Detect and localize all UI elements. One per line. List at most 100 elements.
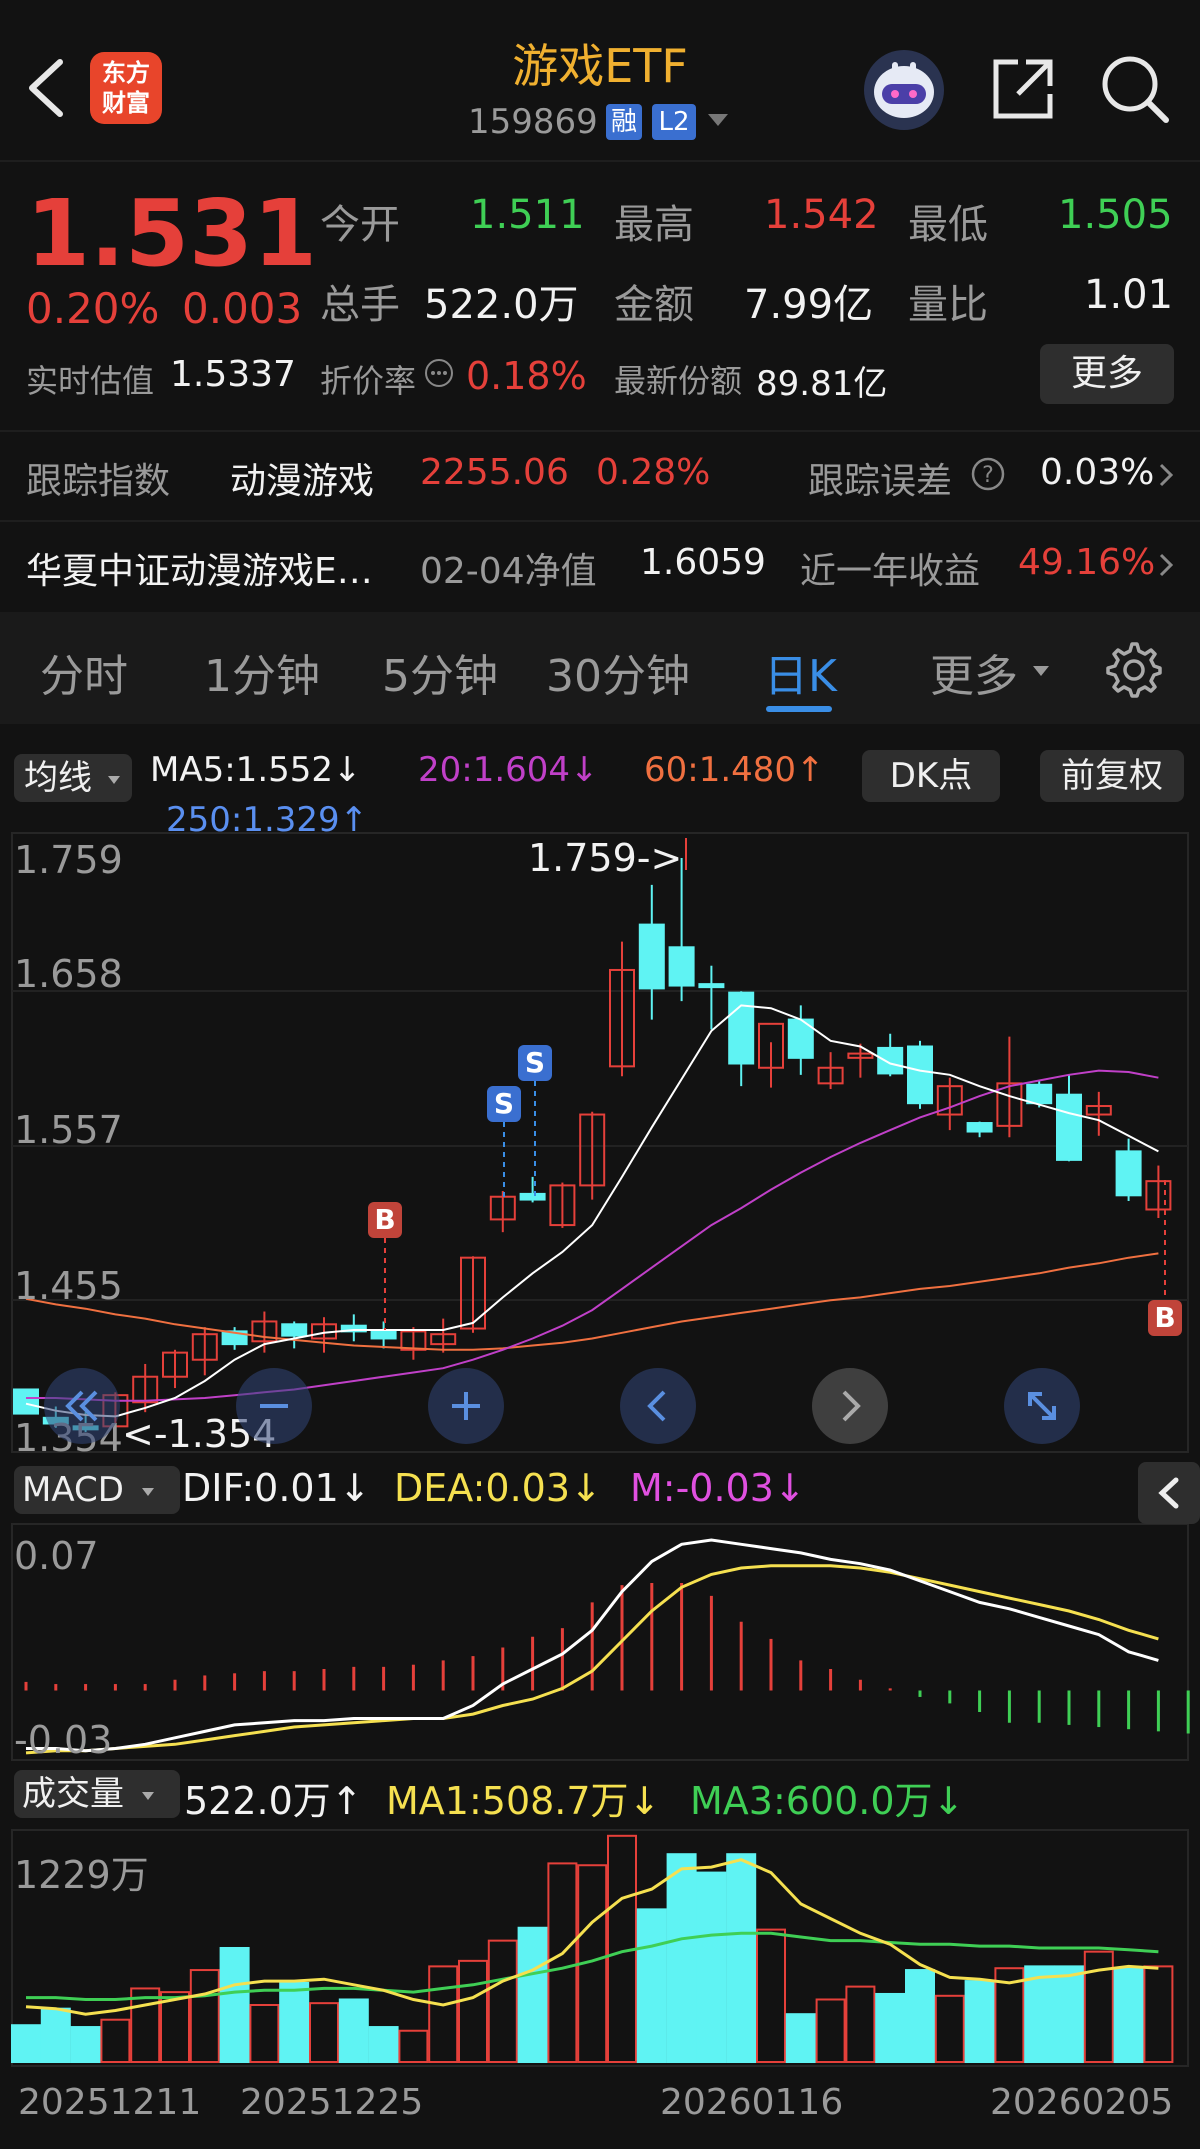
volume-bar [398,2029,429,2063]
sell-signal-marker[interactable]: S [518,1045,552,1081]
volume-bar [636,1908,667,2063]
volume-bar [726,1853,757,2064]
dk-point-button[interactable]: DK点 [862,750,1000,802]
collapse-panel-button[interactable] [1138,1462,1200,1524]
macd-dif: DIF:0.01↓ [182,1466,371,1510]
ma-bar: 均线 MA5:1.552↓ 20:1.604↓ 60:1.480↑ 250:1.… [0,730,1200,840]
chevron-right-icon [1158,462,1174,492]
x-date-4: 20260205 [990,2082,1174,2123]
tab-more[interactable]: 更多 [930,640,1018,704]
change-amount: 0.003 [182,284,303,333]
ma5-value: MA5:1.552↓ [150,750,362,790]
chart-nav [0,1368,1200,1444]
volume-bar [40,2007,71,2064]
volume-bar [1113,1967,1144,2063]
y-label-3: 1.557 [14,1108,123,1152]
open-label: 今开 [320,202,400,248]
tracking-error-label: 跟踪误差 [808,461,953,502]
candle-body [519,1192,546,1201]
change-percent: 0.20% [26,284,160,333]
volume-select[interactable]: 成交量 [14,1770,180,1818]
zoom-in-icon[interactable] [428,1368,504,1444]
settings-gear-icon[interactable] [1104,640,1164,704]
tab-daily-k[interactable]: 日K [764,640,837,704]
volume-bar [547,1862,578,2064]
caret-down-icon [1032,662,1050,681]
scroll-right-icon[interactable] [812,1368,888,1444]
tracking-row[interactable]: 跟踪指数 动漫游戏 2255.06 0.28% 跟踪误差 ? 0.03% [0,432,1200,518]
fund-name: 华夏中证动漫游戏E… [26,551,373,592]
volume-bar [11,2024,41,2064]
zoom-out-icon[interactable] [236,1368,312,1444]
candle-body [698,983,725,989]
buy-signal-marker[interactable]: B [368,1202,402,1238]
macd-select[interactable]: MACD [14,1466,180,1514]
volume-bar [100,2018,131,2063]
volume-bar [845,1985,876,2063]
volume-label: 总手 [320,282,400,328]
volume-bar [517,1926,548,2063]
candle-body [281,1323,308,1337]
volume-bar [1143,1965,1174,2064]
x-date-2: 20251225 [240,2082,424,2123]
help-icon[interactable]: ? [970,456,1006,496]
tracking-index-value: 2255.06 [420,452,569,493]
iopv-label: 实时估值 [26,362,155,400]
nav-value: 1.6059 [640,542,766,583]
svg-text:?: ? [982,463,994,488]
amount-value: 7.99亿 [744,282,874,328]
tab-30min[interactable]: 30分钟 [546,640,690,704]
scroll-left-icon[interactable] [620,1368,696,1444]
period-tabs: 分时 1分钟 5分钟 30分钟 日K 更多 [0,612,1200,724]
fund-row[interactable]: 华夏中证动漫游戏E… 02-04净值 1.6059 近一年收益 49.16% [0,522,1200,608]
stock-code-row[interactable]: 159869 融 L2 [460,100,760,146]
margin-badge: 融 [606,104,642,140]
logo-line1: 东方 [102,59,150,87]
high-value: 1.542 [764,192,879,238]
tracking-error-value: 0.03% [1040,452,1155,493]
low-value: 1.505 [1058,192,1173,238]
tab-5min[interactable]: 5分钟 [382,640,498,704]
chevron-right-icon [1158,552,1174,582]
ma20-value: 20:1.604↓ [418,750,599,790]
info-circle-icon[interactable] [424,358,454,392]
volume-bar [905,1969,935,2063]
ma-select-label: 均线 [24,758,92,798]
chevron-down-icon [706,112,730,132]
tracking-index-pct: 0.28% [596,452,711,493]
level2-badge: L2 [652,104,696,140]
shares-value: 89.81亿 [756,364,888,404]
volume-bar [249,2003,280,2063]
fullscreen-icon[interactable] [1004,1368,1080,1444]
tab-intraday[interactable]: 分时 [40,640,128,704]
ma60-line [25,1252,1159,1351]
tab-1min[interactable]: 1分钟 [204,640,320,704]
top-bar: 东方 财富 游戏ETF 159869 融 L2 [0,0,1200,160]
sell-signal-marker[interactable]: S [487,1086,521,1122]
high-annotation: 1.759-> [528,836,683,880]
buy-signal-marker[interactable]: B [1148,1300,1182,1336]
candle-body [668,946,695,987]
back-icon[interactable] [24,58,68,118]
ma-select[interactable]: 均线 [14,754,132,802]
search-icon[interactable] [1098,52,1172,126]
robot-assistant-icon[interactable] [862,48,946,132]
volume-select-label: 成交量 [22,1774,124,1814]
candle-body [907,1045,933,1105]
volume-bar [696,1871,727,2064]
share-icon[interactable] [988,54,1058,124]
adjust-mode-button[interactable]: 前复权 [1040,750,1184,802]
candle-body [966,1122,993,1133]
candle-body [877,1046,904,1075]
volume-bar [756,1928,786,2064]
fast-back-icon[interactable] [44,1368,120,1444]
volume-ma1: MA1:508.7万↓ [386,1779,661,1823]
more-button[interactable]: 更多 [1040,344,1174,404]
macd-select-label: MACD [22,1470,124,1510]
app-logo[interactable]: 东方 财富 [90,52,162,124]
high-label: 最高 [614,202,694,248]
volume-bar [666,1853,697,2064]
x-date-3: 20260116 [660,2082,844,2123]
volume-bar [309,2002,339,2063]
candle-body [370,1330,397,1340]
